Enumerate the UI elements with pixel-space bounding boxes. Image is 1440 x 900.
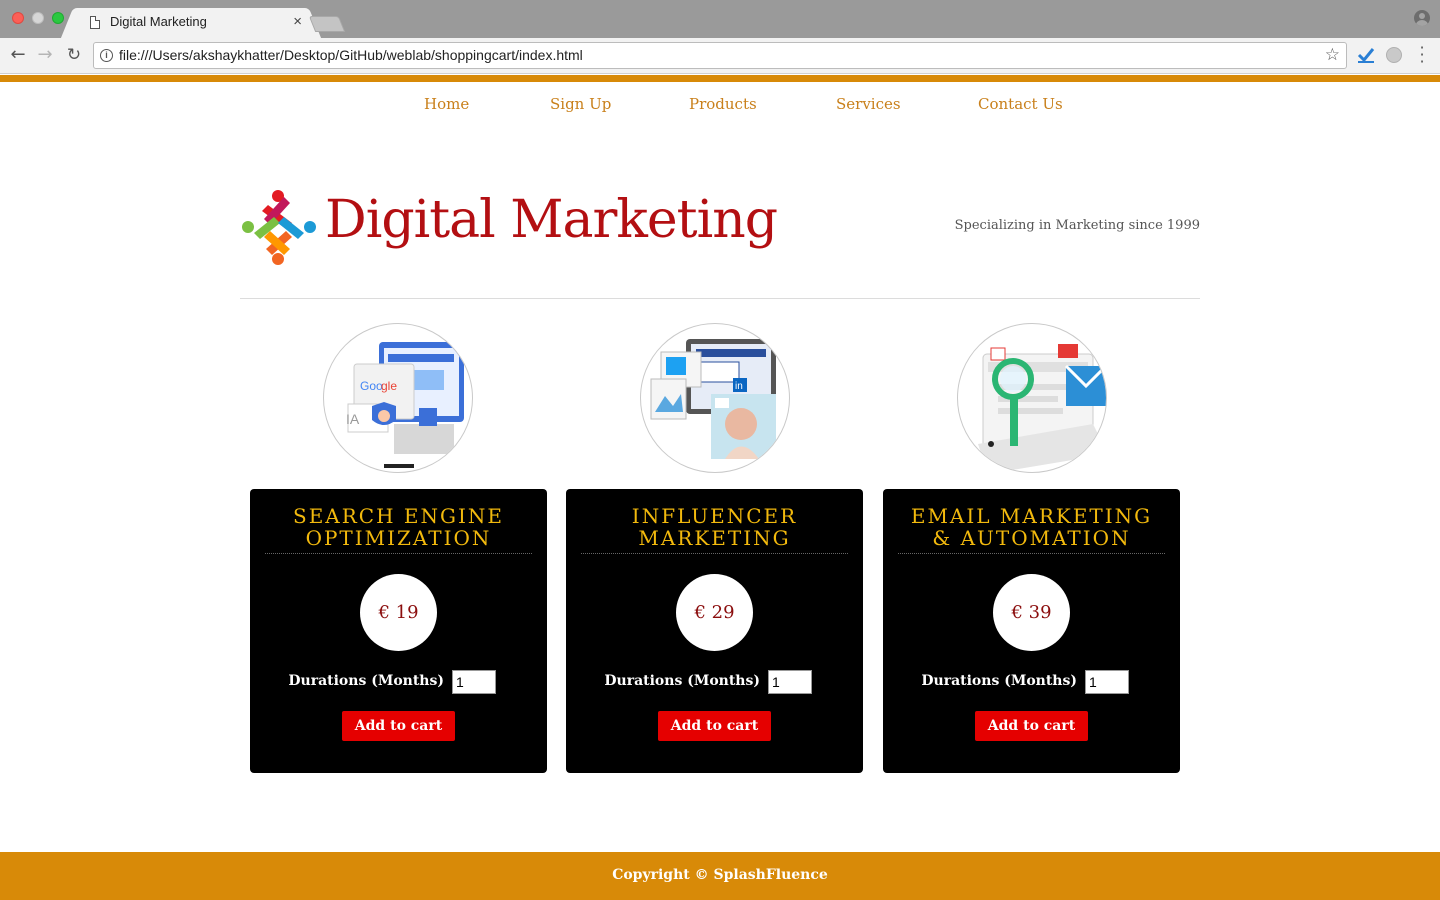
duration-input[interactable] <box>768 670 812 694</box>
email-illustration <box>957 323 1107 473</box>
menu-icon[interactable]: · · · <box>1414 40 1430 70</box>
nav-home[interactable]: Home <box>424 95 469 113</box>
tagline: Specializing in Marketing since 1999 <box>954 218 1200 233</box>
info-icon[interactable]: i <box>100 49 113 62</box>
nav-contact-us[interactable]: Contact Us <box>978 95 1063 113</box>
back-icon[interactable]: ← <box>6 44 30 66</box>
brand-title: Digital Marketing <box>325 190 778 250</box>
page-content: Home Sign Up Products Services Contact U… <box>0 75 1440 900</box>
svg-text:Goo: Goo <box>360 379 383 393</box>
new-tab-button[interactable] <box>308 16 346 32</box>
maximize-window-button[interactable] <box>52 12 64 24</box>
price-badge: € 19 <box>360 574 437 651</box>
forward-icon[interactable]: → <box>33 44 57 66</box>
add-to-cart-button[interactable]: Add to cart <box>658 711 771 741</box>
footer: Copyright © SplashFluence <box>0 852 1440 900</box>
url-text[interactable]: file:///Users/akshaykhatter/Desktop/GitH… <box>119 47 583 63</box>
nav-products[interactable]: Products <box>689 95 757 113</box>
duration-label: Durations (Months) <box>604 673 760 689</box>
logo-icon <box>242 190 316 265</box>
product-title: SEARCH ENGINE OPTIMIZATION <box>293 504 504 550</box>
copyright-text: Copyright © SplashFluence <box>612 867 828 883</box>
product-card-seo: SEARCH ENGINE OPTIMIZATION € 19 Duration… <box>250 489 547 773</box>
address-bar[interactable]: i file:///Users/akshaykhatter/Desktop/Gi… <box>93 42 1347 69</box>
minimize-window-button[interactable] <box>32 12 44 24</box>
main-nav: Home Sign Up Products Services Contact U… <box>0 95 1440 117</box>
browser-titlebar: Digital Marketing × <box>0 0 1440 38</box>
product-card-influencer: INFLUENCER MARKETING € 29 Durations (Mon… <box>566 489 863 773</box>
price-badge: € 39 <box>993 574 1070 651</box>
tab-title: Digital Marketing <box>110 14 207 29</box>
product-title: EMAIL MARKETING & AUTOMATION <box>910 504 1153 550</box>
browser-toolbar: ← → ↻ i file:///Users/akshaykhatter/Desk… <box>0 38 1440 74</box>
svg-text:in: in <box>735 381 743 392</box>
extension-check-icon[interactable] <box>1357 46 1375 64</box>
close-window-button[interactable] <box>12 12 24 24</box>
profile-icon[interactable] <box>1414 10 1430 26</box>
duration-label: Durations (Months) <box>288 673 444 689</box>
product-card-email: EMAIL MARKETING & AUTOMATION € 39 Durati… <box>883 489 1180 773</box>
header-divider <box>240 298 1200 299</box>
duration-input[interactable] <box>1085 670 1129 694</box>
extension-globe-icon[interactable] <box>1386 47 1402 63</box>
nav-sign-up[interactable]: Sign Up <box>550 95 611 113</box>
reload-icon[interactable]: ↻ <box>62 44 86 66</box>
add-to-cart-button[interactable]: Add to cart <box>975 711 1088 741</box>
page-icon <box>90 16 100 29</box>
tab-close-icon[interactable]: × <box>293 13 302 30</box>
seo-illustration: Goo gle IA <box>323 323 473 473</box>
top-accent-bar <box>0 75 1440 82</box>
influencer-illustration: in <box>640 323 790 473</box>
nav-services[interactable]: Services <box>836 95 901 113</box>
title-divider <box>898 553 1165 554</box>
duration-label: Durations (Months) <box>921 673 1077 689</box>
price-badge: € 29 <box>676 574 753 651</box>
svg-text:IA: IA <box>346 411 360 427</box>
title-divider <box>265 553 532 554</box>
svg-text:gle: gle <box>381 379 397 393</box>
title-divider <box>581 553 848 554</box>
add-to-cart-button[interactable]: Add to cart <box>342 711 455 741</box>
product-title: INFLUENCER MARKETING <box>631 504 798 550</box>
star-icon[interactable]: ☆ <box>1325 45 1340 65</box>
browser-tab[interactable]: Digital Marketing × <box>74 8 308 38</box>
duration-input[interactable] <box>452 670 496 694</box>
